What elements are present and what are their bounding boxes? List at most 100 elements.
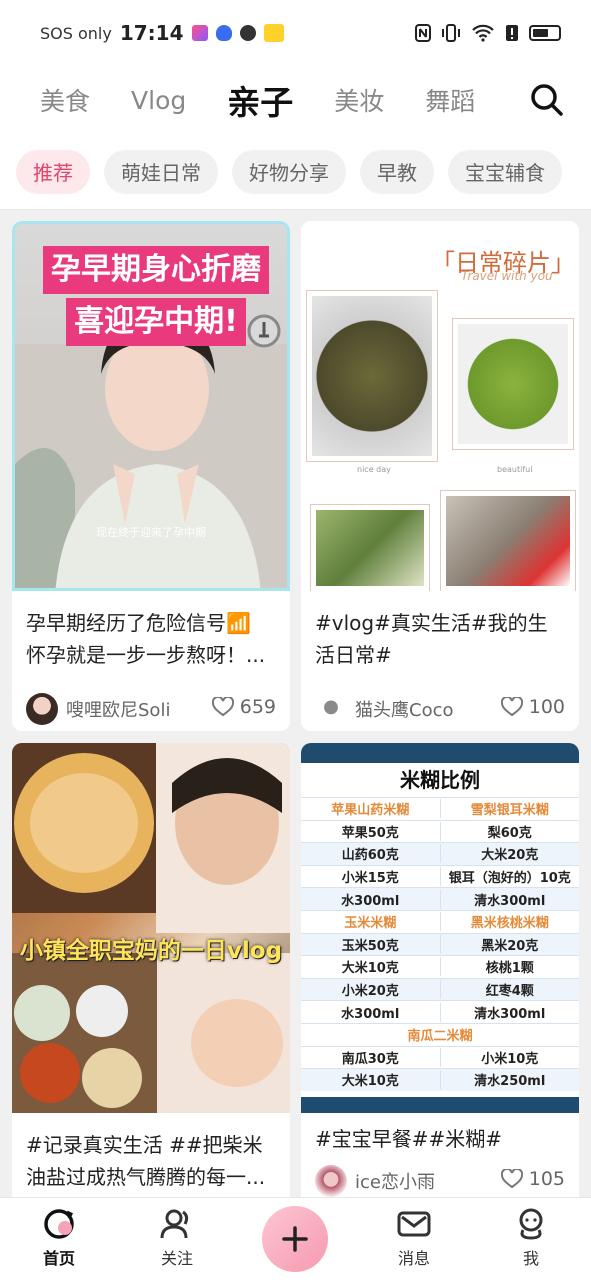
like-count: 105: [528, 1168, 565, 1190]
rice-table-cell: 玉米50克: [341, 938, 399, 954]
rice-table-row: 水300ml 清水300ml: [301, 887, 579, 910]
tab-dance[interactable]: 舞蹈: [425, 82, 475, 118]
rice-table-row: 南瓜30克 小米10克: [301, 1045, 580, 1069]
feed-card-1[interactable]: 孕早期身心折磨 喜迎孕中期! 现在终于迎来了孕中期 孕早期经历了危险信号📶 怀孕…: [12, 221, 290, 731]
card-2-subheading: Travel with you: [461, 269, 553, 283]
rice-table-section-row: 苹果山药米糊 雪梨银耳米糊: [301, 797, 579, 820]
nav-follow[interactable]: 关注: [137, 1206, 217, 1269]
rice-table-cell: 梨60克: [439, 821, 580, 841]
rice-table-section-row: 玉米米糊 黑米核桃米糊: [301, 909, 580, 933]
card-1-headline-line1: 孕早期身心折磨: [43, 246, 269, 294]
sub-category-chips: 推荐 萌娃日常 好物分享 早教 宝宝辅食: [0, 134, 591, 210]
rice-table-cell: 南瓜30克: [341, 1051, 399, 1067]
chip-early-education[interactable]: 早教: [360, 149, 434, 194]
chip-cute-baby-daily[interactable]: 萌娃日常: [104, 149, 218, 194]
vegetables-photo: [311, 505, 429, 591]
rice-table-row: 水300ml 清水300ml: [301, 1000, 579, 1023]
rice-table-row: 山药60克 大米20克: [301, 842, 579, 865]
nav-me-label: 我: [522, 1249, 539, 1268]
rice-table-cell: 大米10克: [341, 961, 399, 977]
card-2-likes[interactable]: 100: [500, 696, 565, 718]
clock: 17:14: [119, 21, 184, 45]
rice-table-cell: 大米10克: [341, 1074, 399, 1090]
rice-table-row: 小米20克 红枣4颗: [301, 977, 580, 1001]
battery-icon: [529, 25, 561, 41]
avatar: [26, 693, 58, 725]
rice-table-cell: 苹果50克: [341, 825, 399, 841]
search-icon[interactable]: [527, 80, 567, 120]
chip-recommended[interactable]: 推荐: [16, 149, 90, 194]
card-4-author[interactable]: ice恋小雨: [315, 1165, 435, 1197]
rice-table-rows: 苹果山药米糊 雪梨银耳米糊苹果50克 梨60克 山药60克 大米20克 小米15克 银耳（泡…: [301, 797, 579, 1091]
rice-table-cell: 水300ml: [341, 1006, 400, 1022]
card-3-photo: [12, 743, 290, 1113]
tab-food[interactable]: 美食: [40, 82, 90, 118]
mail-icon: [397, 1211, 431, 1237]
author-name: 猫头鹰Coco: [355, 700, 454, 721]
plus-icon: [282, 1226, 308, 1252]
rice-table-cell: 黑米20克: [439, 934, 580, 954]
tab-parenting[interactable]: 亲子: [227, 76, 293, 124]
avatar: [315, 1165, 347, 1197]
feed-card-2[interactable]: 「日常碎片」 Travel with you nice day beautifu…: [301, 221, 579, 731]
vibrate-icon: [442, 24, 460, 42]
rice-table-cell: 苹果山药米糊: [331, 803, 410, 819]
create-post-button[interactable]: [262, 1206, 328, 1272]
rice-table-cell: 黑米核桃米糊: [439, 912, 580, 932]
rice-table-row: 大米10克 清水250ml: [301, 1068, 579, 1091]
rice-table-row: 大米10克 核桃1颗: [301, 955, 579, 978]
shield-icon: [215, 25, 232, 41]
follow-icon: [160, 1209, 189, 1239]
rice-table-title: 米糊比例: [400, 768, 480, 792]
market-photo: [441, 491, 575, 591]
nav-home-label: 首页: [42, 1249, 75, 1268]
nfc-icon: [415, 24, 431, 42]
nav-follow-label: 关注: [160, 1249, 193, 1268]
nav-messages[interactable]: 消息: [374, 1206, 454, 1269]
top-category-tabs: 美食 Vlog 亲子 美妆 舞蹈: [0, 66, 591, 134]
alert-icon: [506, 25, 518, 41]
settings-notification-icon: [239, 25, 256, 41]
photo-caption-1: nice day: [357, 465, 391, 474]
rice-table-cell: 清水300ml: [439, 1002, 580, 1022]
rice-table-section-row: 南瓜二米糊: [301, 1022, 579, 1046]
nav-home[interactable]: 首页: [19, 1206, 99, 1269]
heart-icon: [500, 697, 523, 717]
heart-icon: [500, 1169, 523, 1189]
rice-table-cell: 小米10克: [439, 1047, 580, 1067]
rice-ratio-table: 米糊比例 苹果山药米糊 雪梨银耳米糊 苹果50克 梨60克 山药60克 大米20克 小米15…: [301, 763, 579, 1097]
card-1-author[interactable]: 嗖哩欧尼Soli: [26, 693, 170, 725]
card-1-headline-line2: 喜迎孕中期!: [66, 298, 246, 346]
card-4-likes[interactable]: 105: [500, 1168, 565, 1190]
home-refresh-icon: [44, 1209, 74, 1239]
card-2-title: #vlog#真实生活#我的生 活日常#: [315, 611, 548, 667]
card-2-author[interactable]: 猫头鹰Coco: [315, 693, 454, 725]
nav-me[interactable]: 我: [491, 1206, 571, 1269]
beans-photo: [453, 319, 573, 449]
rice-table-cell: 小米15克: [341, 871, 399, 887]
card-3-title: #记录真实生活 ##把柴米 油盐过成热气腾腾的每一...: [26, 1133, 266, 1189]
photo-caption-2: beautiful: [497, 465, 533, 474]
rice-table-cell: 核桃1颗: [439, 957, 580, 977]
card-1-likes[interactable]: 659: [211, 696, 276, 718]
bottom-navigation: 首页 关注 消息 我: [0, 1197, 591, 1280]
card-2-thumbnail: 「日常碎片」 Travel with you nice day beautifu…: [301, 221, 579, 591]
card-4-thumbnail: 米糊比例 苹果山药米糊 雪梨银耳米糊 苹果50克 梨60克 山药60克 大米20克 小米15…: [301, 743, 579, 1113]
chip-baby-food[interactable]: 宝宝辅食: [448, 149, 562, 194]
rice-table-cell: 玉米米糊: [344, 916, 397, 932]
heart-icon: [211, 697, 234, 717]
card-3-thumbnail: 小镇全职宝妈的一日vlog: [12, 743, 290, 1113]
tab-makeup[interactable]: 美妆: [334, 82, 384, 118]
chip-goods-sharing[interactable]: 好物分享: [232, 149, 346, 194]
card-3-banner: 小镇全职宝妈的一日vlog: [19, 938, 283, 964]
feed-card-3[interactable]: 小镇全职宝妈的一日vlog #记录真实生活 ##把柴米 油盐过成热气腾腾的每一.…: [12, 743, 290, 1197]
rice-table-cell: 南瓜二米糊: [407, 1029, 473, 1045]
video-app-icon: [191, 25, 208, 41]
wifi-icon: [472, 24, 494, 42]
rice-table-cell: 红枣4颗: [439, 980, 580, 1000]
tab-vlog[interactable]: Vlog: [131, 86, 186, 115]
feed-card-4[interactable]: 米糊比例 苹果山药米糊 雪梨银耳米糊 苹果50克 梨60克 山药60克 大米20克 小米15…: [301, 743, 579, 1197]
avatar: [315, 693, 347, 725]
rice-table-row: 小米15克 银耳（泡好的）10克: [301, 864, 579, 888]
nav-messages-label: 消息: [397, 1249, 430, 1268]
